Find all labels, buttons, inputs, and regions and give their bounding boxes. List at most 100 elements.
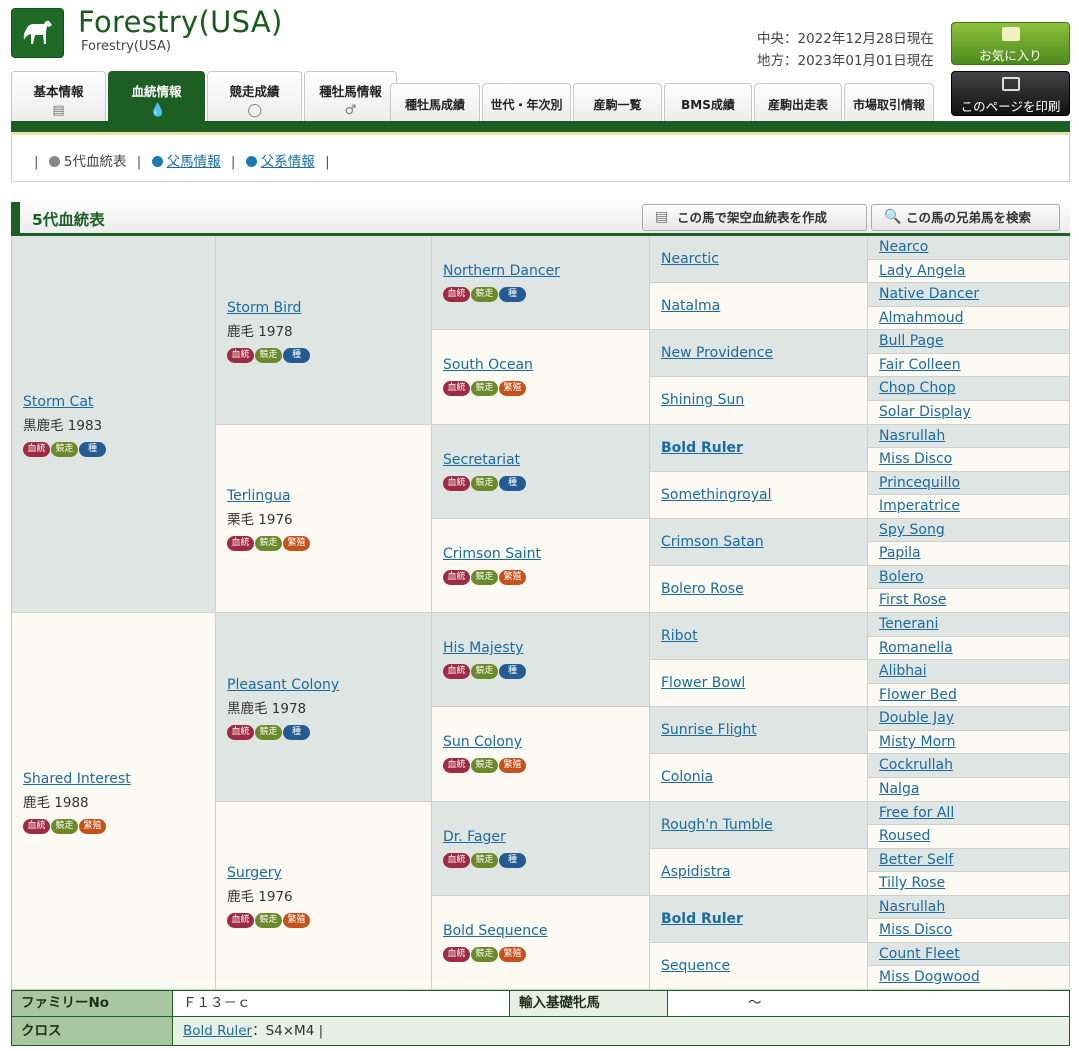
horse-name-link[interactable]: His Majesty [443,640,527,656]
horse-name-link[interactable]: Secretariat [443,452,527,468]
horse-name-link[interactable]: Miss Dogwood [879,969,980,985]
horse-name-link[interactable]: Almahmoud [879,310,964,326]
virtual-pedigree-button[interactable]: ▤ この馬で架空血統表を作成 [642,204,867,231]
horse-name-link[interactable]: Storm Bird [227,300,311,316]
badge-pedigree[interactable]: 血統 [443,381,470,396]
horse-name-link[interactable]: Pleasant Colony [227,677,339,693]
badge-pedigree[interactable]: 血統 [227,913,254,928]
tab-stallion-results[interactable]: 種牡馬成績 [390,83,480,121]
horse-name-link[interactable]: Dr. Fager [443,829,527,845]
horse-name-link[interactable]: Rough'n Tumble [661,817,773,833]
horse-name-link[interactable]: Northern Dancer [443,263,560,279]
tab-pedigree-info[interactable]: 血統情報 💧 [108,71,205,121]
tab-offspring-list[interactable]: 産駒一覧 [573,83,662,121]
badge-pedigree[interactable]: 血統 [443,287,470,302]
horse-name-link[interactable]: Nasrullah [879,428,945,444]
horse-name-link[interactable]: Chop Chop [879,380,956,396]
horse-name-link[interactable]: First Rose [879,592,946,608]
horse-name-link[interactable]: Better Self [879,852,953,868]
horse-name-link[interactable]: Native Dancer [879,286,979,302]
horse-name-link[interactable]: Tenerani [879,616,938,632]
badge-breeding[interactable]: 繁殖 [499,570,526,585]
horse-name-link[interactable]: Natalma [661,298,720,314]
horse-name-link[interactable]: Sequence [661,958,730,974]
badge-breeding[interactable]: 繁殖 [79,819,106,834]
horse-name-link[interactable]: Misty Morn [879,734,956,750]
badge-race[interactable]: 競走 [51,819,78,834]
horse-name-link[interactable]: Bold Ruler [661,911,743,927]
horse-name-link[interactable]: Romanella [879,640,953,656]
badge-race[interactable]: 競走 [51,442,78,457]
horse-name-link[interactable]: South Ocean [443,357,533,373]
sire-info-link[interactable]: 父馬情報 [167,154,221,170]
badge-pedigree[interactable]: 血統 [443,476,470,491]
horse-name-link[interactable]: Sunrise Flight [661,722,757,738]
tab-stallion-info[interactable]: 種牡馬情報 ♂ [304,71,397,121]
horse-name-link[interactable]: Nearctic [661,251,719,267]
horse-name-link[interactable]: Alibhai [879,663,927,679]
tab-market-trade[interactable]: 市場取引情報 [844,83,934,121]
badge-race[interactable]: 競走 [255,348,282,363]
badge-pedigree[interactable]: 血統 [227,536,254,551]
badge-race[interactable]: 競走 [471,381,498,396]
badge-breeding[interactable]: 繁殖 [283,536,310,551]
horse-name-link[interactable]: Bolero Rose [661,581,744,597]
badge-pedigree[interactable]: 血統 [443,758,470,773]
horse-name-link[interactable]: Count Fleet [879,946,960,962]
horse-name-link[interactable]: Storm Cat [23,394,107,410]
badge-race[interactable]: 競走 [255,913,282,928]
horse-name-link[interactable]: Colonia [661,769,713,785]
horse-name-link[interactable]: Shared Interest [23,771,131,787]
badge-pedigree[interactable]: 血統 [23,442,50,457]
horse-name-link[interactable]: New Providence [661,345,773,361]
badge-pedigree[interactable]: 血統 [23,819,50,834]
badge-race[interactable]: 競走 [471,758,498,773]
horse-name-link[interactable]: Princequillo [879,475,960,491]
badge-breeding[interactable]: 繁殖 [499,381,526,396]
horse-name-link[interactable]: Bull Page [879,333,944,349]
badge-stallion[interactable]: 種 [79,442,106,457]
horse-name-link[interactable]: Nasrullah [879,899,945,915]
tab-generation-yearly[interactable]: 世代・年次別 [482,83,571,121]
badge-race[interactable]: 競走 [471,853,498,868]
badge-pedigree[interactable]: 血統 [443,664,470,679]
tab-basic-info[interactable]: 基本情報 ▤ [11,71,106,121]
horse-name-link[interactable]: Roused [879,828,930,844]
horse-name-link[interactable]: Terlingua [227,488,311,504]
horse-name-link[interactable]: Double Jay [879,710,954,726]
horse-name-link[interactable]: Lady Angela [879,263,965,279]
badge-race[interactable]: 競走 [255,536,282,551]
horse-name-link[interactable]: Aspidistra [661,864,731,880]
horse-name-link[interactable]: Bold Sequence [443,923,547,939]
badge-race[interactable]: 競走 [471,570,498,585]
badge-stallion[interactable]: 種 [499,476,526,491]
horse-name-link[interactable]: Solar Display [879,404,971,420]
badge-race[interactable]: 競走 [471,947,498,962]
horse-name-link[interactable]: Flower Bed [879,687,957,703]
badge-stallion[interactable]: 種 [283,348,310,363]
horse-name-link[interactable]: Miss Disco [879,922,952,938]
horse-name-link[interactable]: Bolero [879,569,924,585]
badge-pedigree[interactable]: 血統 [443,947,470,962]
badge-stallion[interactable]: 種 [499,664,526,679]
badge-breeding[interactable]: 繁殖 [283,913,310,928]
horse-name-link[interactable]: Crimson Satan [661,534,764,550]
horse-name-link[interactable]: Papila [879,545,921,561]
tab-bms-results[interactable]: BMS成績 [664,83,752,121]
badge-pedigree[interactable]: 血統 [443,853,470,868]
badge-stallion[interactable]: 種 [499,287,526,302]
tab-offspring-entries[interactable]: 産駒出走表 [754,83,842,121]
horse-name-link[interactable]: Surgery [227,865,311,881]
horse-name-link[interactable]: Free for All [879,805,954,821]
favorite-button[interactable]: お気に入り [951,22,1070,65]
horse-name-link[interactable]: Sun Colony [443,734,527,750]
horse-name-link[interactable]: Ribot [661,628,698,644]
badge-pedigree[interactable]: 血統 [227,725,254,740]
badge-pedigree[interactable]: 血統 [227,348,254,363]
horse-name-link[interactable]: Flower Bowl [661,675,745,691]
horse-name-link[interactable]: Nalga [879,781,919,797]
horse-name-link[interactable]: Crimson Saint [443,546,541,562]
badge-stallion[interactable]: 種 [283,725,310,740]
badge-race[interactable]: 競走 [471,664,498,679]
badge-stallion[interactable]: 種 [499,853,526,868]
